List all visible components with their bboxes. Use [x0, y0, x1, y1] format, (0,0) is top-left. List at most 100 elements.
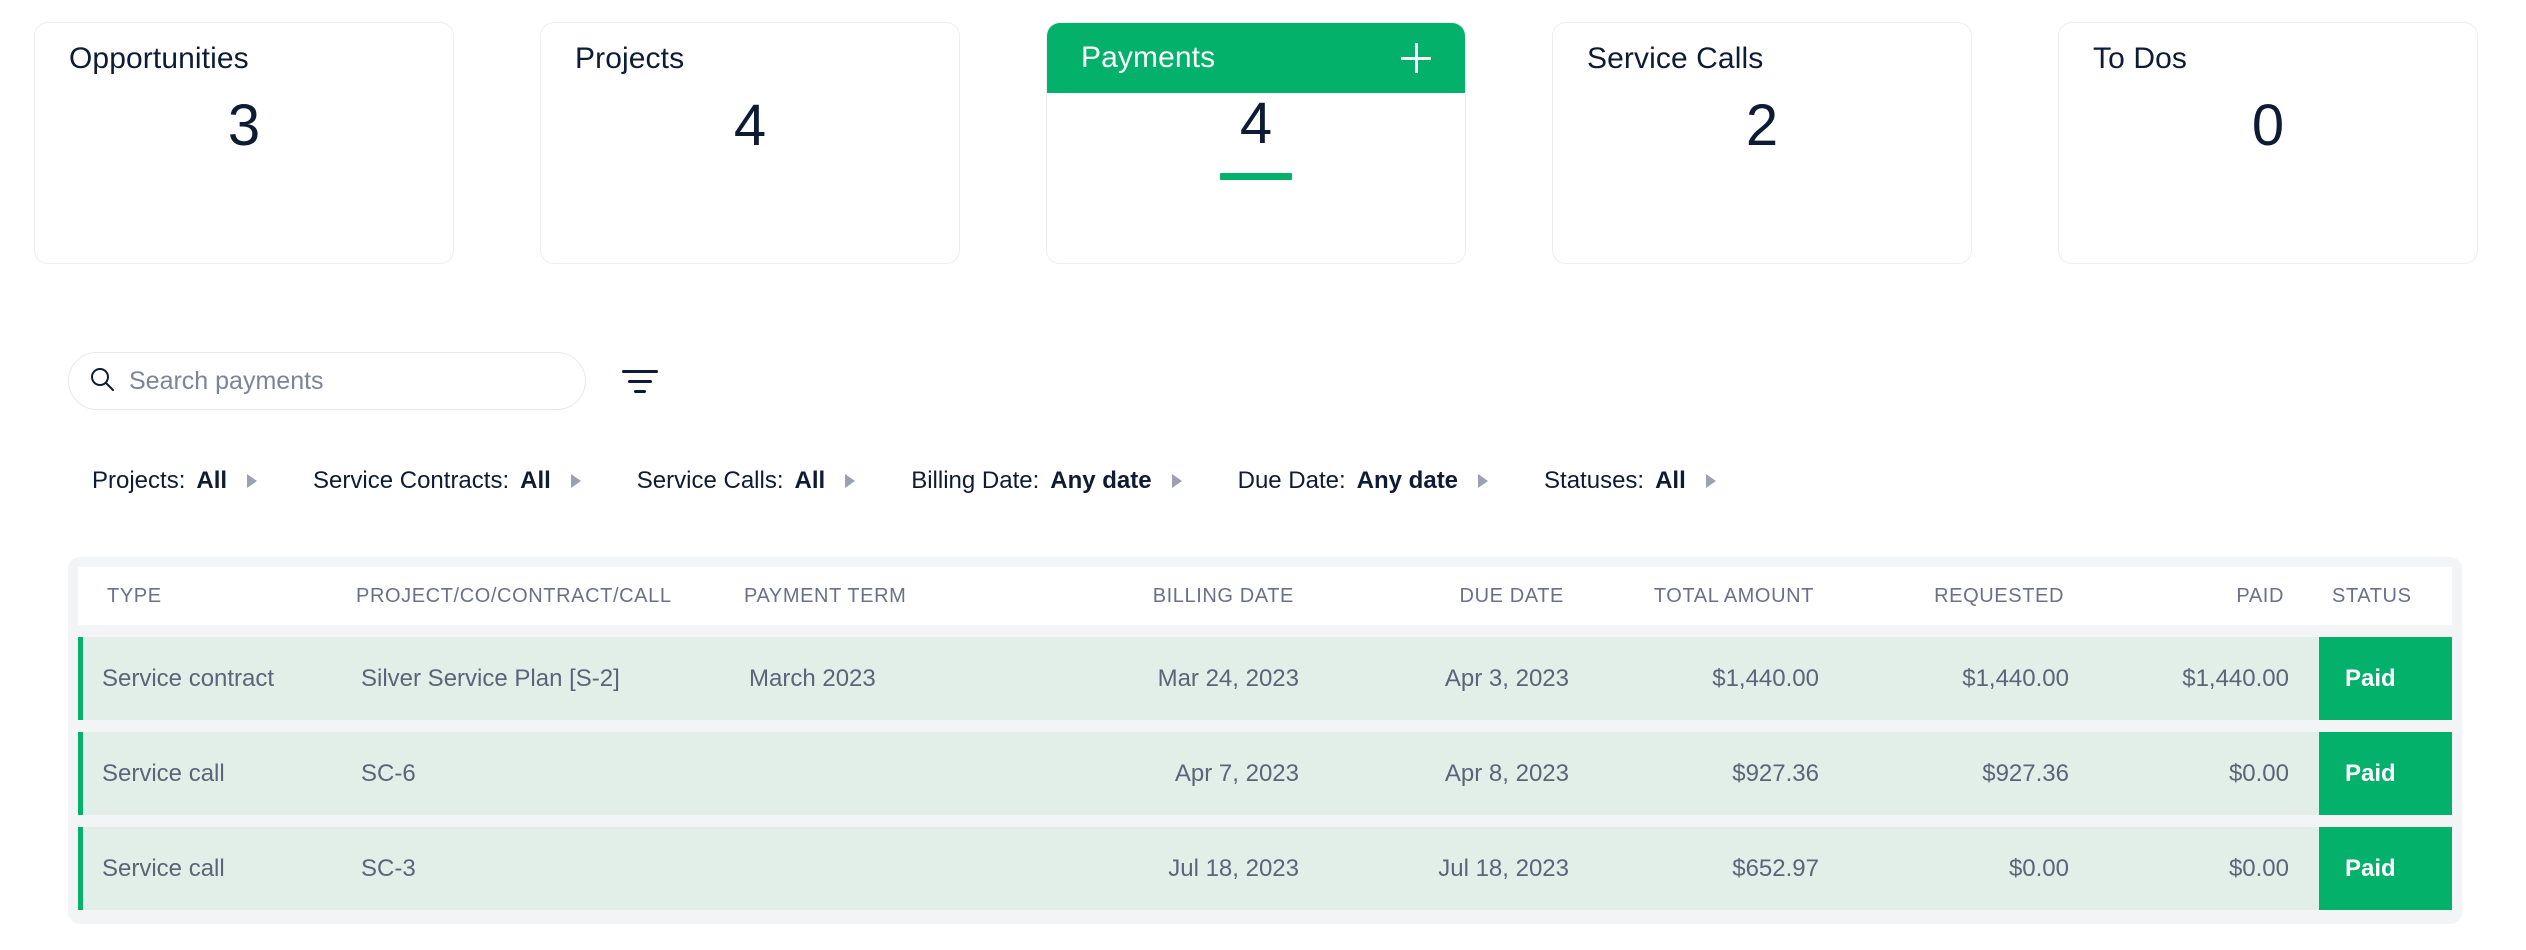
card-count: 3 [227, 93, 261, 158]
filter-value: All [196, 467, 228, 494]
cell-due-date: Jul 18, 2023 [1438, 854, 1569, 882]
cell-total-amount: $927.36 [1732, 759, 1819, 787]
filter-projects[interactable]: Projects: All [92, 467, 258, 495]
cell-requested: $1,440.00 [1962, 664, 2069, 692]
filter-icon-line-2 [628, 379, 652, 383]
filter-value: Any date [1050, 467, 1152, 494]
summary-card-payments[interactable]: Payments 4 [1046, 22, 1466, 264]
card-body: 0 [2059, 93, 2477, 263]
table-row[interactable]: Service contract Silver Service Plan [S-… [78, 637, 2452, 720]
column-header-payment-term[interactable]: PAYMENT TERM [744, 585, 1014, 608]
cell-project-link[interactable]: SC-3 [361, 855, 749, 883]
cell-billing-date: Jul 18, 2023 [1168, 854, 1299, 882]
filter-value: Any date [1356, 467, 1459, 494]
chevron-right-icon [247, 474, 258, 488]
cell-paid: $0.00 [2228, 759, 2289, 787]
cell-type: Service call [102, 854, 225, 882]
status-badge: Paid [2345, 759, 2396, 787]
search-box[interactable] [68, 352, 586, 410]
card-header: Opportunities [35, 23, 453, 95]
column-header-paid[interactable]: PAID [2094, 585, 2314, 608]
filter-label: Projects: [92, 467, 186, 494]
chevron-right-icon [845, 474, 856, 488]
card-title: Payments [1081, 41, 1216, 74]
summary-card-service-calls[interactable]: Service Calls 2 [1552, 22, 1972, 264]
column-header-requested[interactable]: REQUESTED [1844, 585, 2094, 608]
cell-paid: $1,440.00 [2182, 664, 2289, 692]
filter-service-calls[interactable]: Service Calls: All [636, 467, 856, 495]
cell-requested: $927.36 [1982, 759, 2069, 787]
active-tab-underline [1220, 173, 1292, 180]
filter-billing-date[interactable]: Billing Date: Any date [911, 467, 1182, 495]
card-header: Service Calls [1553, 23, 1971, 95]
cell-project-link[interactable]: SC-6 [361, 760, 749, 788]
filter-label: Statuses: [1544, 467, 1645, 494]
status-dropdown[interactable]: Paid [2319, 637, 2452, 720]
column-header-due-date[interactable]: DUE DATE [1324, 585, 1594, 608]
card-header: Projects [541, 23, 959, 95]
card-title: Service Calls [1587, 42, 1764, 75]
column-header-type[interactable]: TYPE [78, 585, 356, 608]
table-row[interactable]: Service call SC-6 Apr 7, 2023 Apr 8, 202… [78, 732, 2452, 815]
filter-label: Billing Date: [911, 467, 1040, 494]
status-dropdown[interactable]: Paid [2319, 732, 2452, 815]
filter-statuses[interactable]: Statuses: All [1544, 467, 1716, 495]
cell-total-amount: $1,440.00 [1712, 664, 1819, 692]
status-badge: Paid [2345, 854, 2396, 882]
table-row[interactable]: Service call SC-3 Jul 18, 2023 Jul 18, 2… [78, 827, 2452, 910]
chevron-right-icon [1705, 474, 1716, 488]
search-input[interactable] [129, 366, 565, 396]
card-title: To Dos [2093, 42, 2187, 75]
card-count: 2 [1745, 93, 1779, 158]
filter-icon-line-3 [634, 389, 646, 393]
column-header-total-amount[interactable]: TOTAL AMOUNT [1594, 585, 1844, 608]
card-title: Opportunities [69, 42, 249, 75]
status-dropdown[interactable]: Paid [2319, 827, 2452, 910]
cell-payment-term: March 2023 [749, 664, 876, 692]
summary-card-projects[interactable]: Projects 4 [540, 22, 960, 264]
search-toolbar [68, 352, 660, 410]
card-title: Projects [575, 42, 685, 75]
payments-table: TYPE PROJECT/CO/CONTRACT/CALL PAYMENT TE… [68, 557, 2462, 924]
card-header: Payments [1047, 23, 1465, 93]
chevron-right-icon [1171, 474, 1182, 488]
filter-due-date[interactable]: Due Date: Any date [1237, 467, 1489, 495]
card-count: 0 [2251, 93, 2285, 158]
card-header: To Dos [2059, 23, 2477, 95]
chevron-right-icon [570, 474, 581, 488]
column-header-project[interactable]: PROJECT/CO/CONTRACT/CALL [356, 585, 744, 608]
card-body: 4 [1047, 91, 1465, 263]
column-header-status[interactable]: STATUS [2314, 585, 2462, 608]
summary-cards-row: Opportunities 3 Projects 4 Payments 4 Se… [34, 22, 2478, 264]
filter-label: Service Contracts: [313, 467, 510, 494]
card-count: 4 [733, 93, 767, 158]
cell-project-link[interactable]: Silver Service Plan [S-2] [361, 665, 749, 693]
plus-icon[interactable] [1401, 43, 1431, 73]
summary-card-to-dos[interactable]: To Dos 0 [2058, 22, 2478, 264]
status-badge: Paid [2345, 664, 2396, 692]
column-header-billing-date[interactable]: BILLING DATE [1014, 585, 1324, 608]
cell-total-amount: $652.97 [1732, 854, 1819, 882]
cell-billing-date: Mar 24, 2023 [1157, 664, 1299, 692]
cell-due-date: Apr 3, 2023 [1444, 664, 1569, 692]
filter-service-contracts[interactable]: Service Contracts: All [313, 467, 581, 495]
summary-card-opportunities[interactable]: Opportunities 3 [34, 22, 454, 264]
chevron-right-icon [1478, 474, 1489, 488]
filter-value: All [794, 467, 826, 494]
filters-row: Projects: All Service Contracts: All Ser… [92, 467, 1772, 495]
filter-icon[interactable] [620, 364, 660, 398]
search-icon [89, 366, 115, 397]
filter-label: Due Date: [1237, 467, 1346, 494]
cell-billing-date: Apr 7, 2023 [1174, 759, 1299, 787]
cell-due-date: Apr 8, 2023 [1444, 759, 1569, 787]
filter-label: Service Calls: [636, 467, 784, 494]
filter-value: All [520, 467, 551, 494]
card-count: 4 [1239, 91, 1273, 156]
filter-value: All [1655, 467, 1686, 494]
cell-type: Service contract [102, 664, 275, 692]
cell-type: Service call [102, 759, 225, 787]
cell-requested: $0.00 [2008, 854, 2069, 882]
card-body: 4 [541, 93, 959, 263]
cell-paid: $0.00 [2228, 854, 2289, 882]
card-body: 3 [35, 93, 453, 263]
